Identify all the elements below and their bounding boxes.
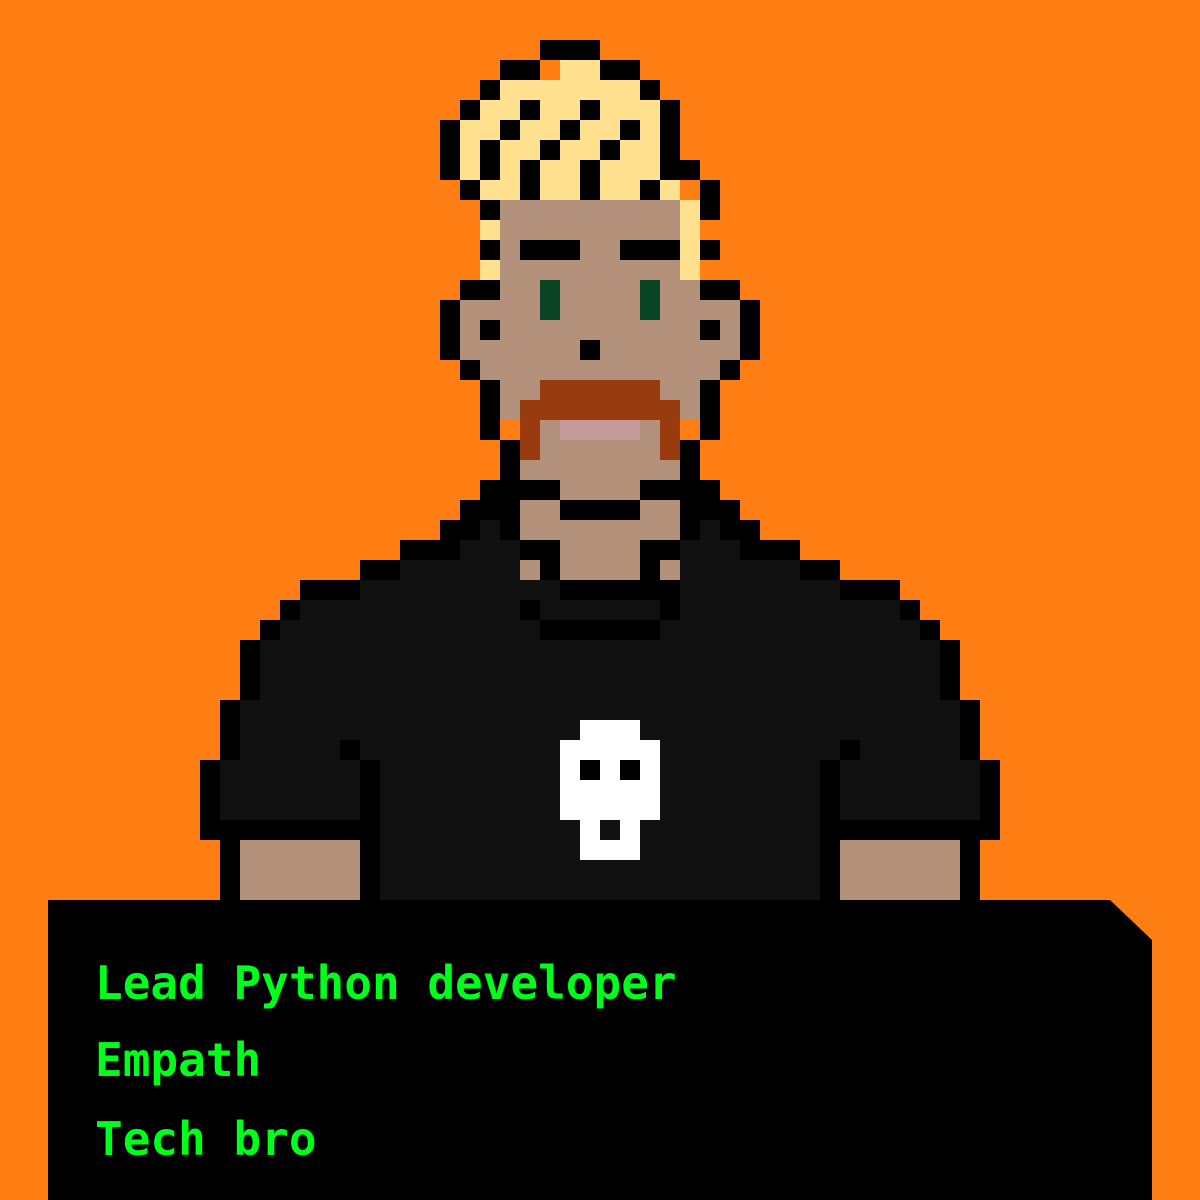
right-arm [840, 840, 960, 900]
right-eyebrow [620, 240, 680, 260]
trait-personality: Empath [95, 1033, 262, 1087]
right-ear [720, 300, 740, 360]
left-ear [460, 300, 480, 360]
trait-archetype: Tech bro [95, 1112, 317, 1166]
left-arm [240, 840, 360, 900]
left-eye [540, 280, 560, 320]
nose [580, 340, 600, 360]
skull-jaw-gap [600, 820, 620, 840]
trait-role: Lead Python developer [95, 956, 677, 1010]
avatar-card: Lead Python developer Empath Tech bro [0, 0, 1200, 1200]
left-eyebrow [520, 240, 580, 260]
mouth [560, 420, 640, 440]
right-eye [640, 280, 660, 320]
